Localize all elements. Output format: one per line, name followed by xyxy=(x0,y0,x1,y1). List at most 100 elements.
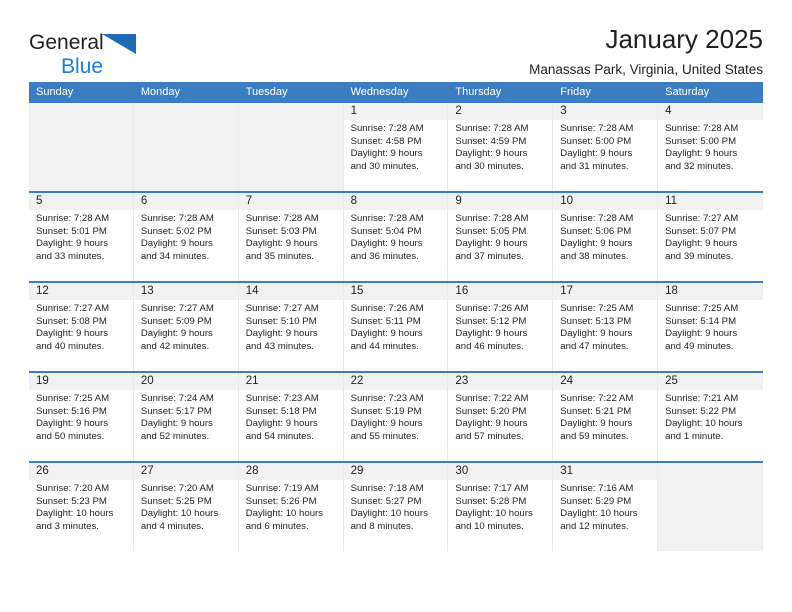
sunrise-text: Sunrise: 7:22 AM xyxy=(560,393,634,404)
day-number: 7 xyxy=(238,193,343,210)
daylight-text-line1: Daylight: 10 hours xyxy=(350,508,428,520)
sunrise-text: Sunrise: 7:19 AM xyxy=(245,483,319,494)
day-number: 25 xyxy=(658,373,763,390)
sunrise-text: Sunrise: 7:23 AM xyxy=(245,393,319,404)
calendar-day-cell[interactable]: 23 Sunrise: 7:22 AM Sunset: 5:20 PM Dayligh… xyxy=(448,373,554,461)
calendar-day-cell[interactable]: 12 Sunrise: 7:27 AM Sunset: 5:08 PM Dayligh… xyxy=(29,283,134,371)
sunrise-text: Sunrise: 7:18 AM xyxy=(350,483,424,494)
day-sun-info: Sunrise: 7:28 AM Sunset: 5:04 PM Daylight:… xyxy=(344,210,448,263)
daylight-text-line1: Daylight: 10 hours xyxy=(140,508,219,520)
calendar-day-cell[interactable]: 4 Sunrise: 7:28 AM Sunset: 5:00 PM Daylight… xyxy=(658,103,763,191)
sunrise-text: Sunrise: 7:26 AM xyxy=(350,303,424,314)
sunrise-text: Sunrise: 7:27 AM xyxy=(245,303,319,314)
calendar-day-cell[interactable]: 25 Sunrise: 7:21 AM Sunset: 5:22 PM Dayligh… xyxy=(658,373,763,461)
sunset-text: Sunset: 5:07 PM xyxy=(665,225,737,237)
sunset-text: Sunset: 5:17 PM xyxy=(140,405,212,417)
daylight-text-line2: and 6 minutes. xyxy=(245,520,309,532)
calendar-day-cell[interactable]: 22 Sunrise: 7:23 AM Sunset: 5:19 PM Dayligh… xyxy=(343,373,449,461)
calendar-day-cell[interactable]: 10 Sunrise: 7:28 AM Sunset: 5:06 PM Dayligh… xyxy=(553,193,659,281)
daylight-text-line1: Daylight: 10 hours xyxy=(455,508,533,520)
calendar-day-cell[interactable]: 28 Sunrise: 7:19 AM Sunset: 5:26 PM Dayligh… xyxy=(238,463,344,551)
daylight-text-line1: Daylight: 9 hours xyxy=(560,148,633,160)
daylight-text-line2: and 42 minutes. xyxy=(140,340,210,352)
calendar-day-cell[interactable]: 20 Sunrise: 7:24 AM Sunset: 5:17 PM Dayligh… xyxy=(133,373,239,461)
calendar-day-cell[interactable]: 5 Sunrise: 7:28 AM Sunset: 5:01 PM Daylight… xyxy=(29,193,134,281)
weekday-header-row: Sunday Monday Tuesday Wednesday Thursday… xyxy=(29,82,763,103)
calendar-week-row: 1 Sunrise: 7:28 AM Sunset: 4:58 PM Daylight… xyxy=(29,103,763,191)
calendar-day-cell[interactable]: 18 Sunrise: 7:25 AM Sunset: 5:14 PM Dayligh… xyxy=(658,283,763,371)
calendar-week-row: 12 Sunrise: 7:27 AM Sunset: 5:08 PM Dayligh… xyxy=(29,281,763,371)
sunrise-text: Sunrise: 7:24 AM xyxy=(140,393,214,404)
day-number: 4 xyxy=(658,103,763,120)
calendar-day-cell[interactable]: 29 Sunrise: 7:18 AM Sunset: 5:27 PM Dayligh… xyxy=(343,463,449,551)
brand-logo[interactable]: General Blue xyxy=(29,26,179,80)
sunset-text: Sunset: 5:20 PM xyxy=(455,405,527,417)
daylight-text-line2: and 30 minutes. xyxy=(350,160,419,172)
calendar-day-cell[interactable]: 6 Sunrise: 7:28 AM Sunset: 5:02 PM Daylight… xyxy=(133,193,239,281)
calendar-day-cell[interactable]: 19 Sunrise: 7:25 AM Sunset: 5:16 PM Dayligh… xyxy=(29,373,134,461)
sunset-text: Sunset: 5:00 PM xyxy=(560,135,632,147)
day-number: 15 xyxy=(343,283,448,300)
calendar-day-cell[interactable]: 24 Sunrise: 7:22 AM Sunset: 5:21 PM Dayligh… xyxy=(553,373,659,461)
sunrise-text: Sunrise: 7:28 AM xyxy=(455,213,529,224)
daylight-text-line1: Daylight: 9 hours xyxy=(140,238,213,250)
calendar-day-cell[interactable]: 1 Sunrise: 7:28 AM Sunset: 4:58 PM Daylight… xyxy=(343,103,449,191)
calendar-day-cell[interactable]: 30 Sunrise: 7:17 AM Sunset: 5:28 PM Dayligh… xyxy=(448,463,554,551)
triangle-icon xyxy=(101,34,136,59)
day-number: 19 xyxy=(29,373,133,390)
day-number: 9 xyxy=(448,193,553,210)
daylight-text-line1: Daylight: 9 hours xyxy=(140,418,213,430)
calendar-day-cell[interactable]: 11 Sunrise: 7:27 AM Sunset: 5:07 PM Dayligh… xyxy=(658,193,763,281)
title-block: January 2025 Manassas Park, Virginia, Un… xyxy=(529,25,763,77)
calendar-day-cell[interactable]: 31 Sunrise: 7:16 AM Sunset: 5:29 PM Dayligh… xyxy=(553,463,659,551)
daylight-text-line2: and 49 minutes. xyxy=(665,340,734,352)
calendar-day-cell[interactable]: 27 Sunrise: 7:20 AM Sunset: 5:25 PM Dayligh… xyxy=(133,463,239,551)
day-sun-info: Sunrise: 7:24 AM Sunset: 5:17 PM Daylight:… xyxy=(134,390,238,443)
calendar-grid: Sunday Monday Tuesday Wednesday Thursday… xyxy=(29,82,763,551)
sunset-text: Sunset: 5:08 PM xyxy=(36,315,107,327)
sunset-text: Sunset: 5:14 PM xyxy=(665,315,737,327)
daylight-text-line1: Daylight: 9 hours xyxy=(245,418,318,430)
day-number: 12 xyxy=(29,283,133,300)
weekday-header-wednesday: Wednesday xyxy=(350,86,409,98)
daylight-text-line1: Daylight: 9 hours xyxy=(140,328,213,340)
sunset-text: Sunset: 4:58 PM xyxy=(350,135,422,147)
calendar-day-cell[interactable]: 21 Sunrise: 7:23 AM Sunset: 5:18 PM Dayligh… xyxy=(238,373,344,461)
daylight-text-line1: Daylight: 9 hours xyxy=(665,238,738,250)
calendar-day-cell[interactable]: 9 Sunrise: 7:28 AM Sunset: 5:05 PM Daylight… xyxy=(448,193,554,281)
day-sun-info: Sunrise: 7:27 AM Sunset: 5:08 PM Daylight:… xyxy=(29,300,133,353)
daylight-text-line2: and 35 minutes. xyxy=(245,250,314,262)
sunrise-text: Sunrise: 7:20 AM xyxy=(140,483,214,494)
sunrise-text: Sunrise: 7:28 AM xyxy=(350,123,424,134)
calendar-day-cell[interactable]: 13 Sunrise: 7:27 AM Sunset: 5:09 PM Dayligh… xyxy=(133,283,239,371)
sunset-text: Sunset: 5:25 PM xyxy=(140,495,212,507)
calendar-day-cell[interactable]: 16 Sunrise: 7:26 AM Sunset: 5:12 PM Dayligh… xyxy=(448,283,554,371)
day-sun-info: Sunrise: 7:16 AM Sunset: 5:29 PM Daylight:… xyxy=(553,480,657,533)
day-number: 30 xyxy=(448,463,553,480)
day-sun-info: Sunrise: 7:18 AM Sunset: 5:27 PM Daylight:… xyxy=(344,480,448,533)
day-sun-info: Sunrise: 7:28 AM Sunset: 4:58 PM Daylight:… xyxy=(344,120,448,173)
sunrise-text: Sunrise: 7:20 AM xyxy=(36,483,110,494)
sunset-text: Sunset: 5:23 PM xyxy=(36,495,107,507)
sunrise-text: Sunrise: 7:16 AM xyxy=(560,483,634,494)
day-sun-info: Sunrise: 7:28 AM Sunset: 5:00 PM Daylight:… xyxy=(658,120,763,173)
calendar-day-cell[interactable]: 8 Sunrise: 7:28 AM Sunset: 5:04 PM Daylight… xyxy=(343,193,449,281)
daylight-text-line1: Daylight: 9 hours xyxy=(245,238,318,250)
day-sun-info: Sunrise: 7:23 AM Sunset: 5:19 PM Daylight:… xyxy=(344,390,448,443)
daylight-text-line1: Daylight: 10 hours xyxy=(560,508,638,520)
sunset-text: Sunset: 5:01 PM xyxy=(36,225,107,237)
sunset-text: Sunset: 5:16 PM xyxy=(36,405,107,417)
calendar-day-cell[interactable]: 15 Sunrise: 7:26 AM Sunset: 5:11 PM Dayligh… xyxy=(343,283,449,371)
day-number xyxy=(29,103,133,120)
calendar-day-empty xyxy=(658,463,763,551)
calendar-day-cell[interactable]: 7 Sunrise: 7:28 AM Sunset: 5:03 PM Daylight… xyxy=(238,193,344,281)
calendar-day-cell[interactable]: 14 Sunrise: 7:27 AM Sunset: 5:10 PM Dayligh… xyxy=(238,283,344,371)
calendar-day-cell[interactable]: 3 Sunrise: 7:28 AM Sunset: 5:00 PM Daylight… xyxy=(553,103,659,191)
daylight-text-line1: Daylight: 10 hours xyxy=(36,508,114,520)
calendar-day-cell[interactable]: 26 Sunrise: 7:20 AM Sunset: 5:23 PM Dayligh… xyxy=(29,463,134,551)
daylight-text-line2: and 57 minutes. xyxy=(455,430,524,442)
calendar-day-cell[interactable]: 2 Sunrise: 7:28 AM Sunset: 4:59 PM Daylight… xyxy=(448,103,554,191)
calendar-day-empty xyxy=(133,103,239,191)
daylight-text-line1: Daylight: 9 hours xyxy=(560,328,633,340)
calendar-day-cell[interactable]: 17 Sunrise: 7:25 AM Sunset: 5:13 PM Dayligh… xyxy=(553,283,659,371)
